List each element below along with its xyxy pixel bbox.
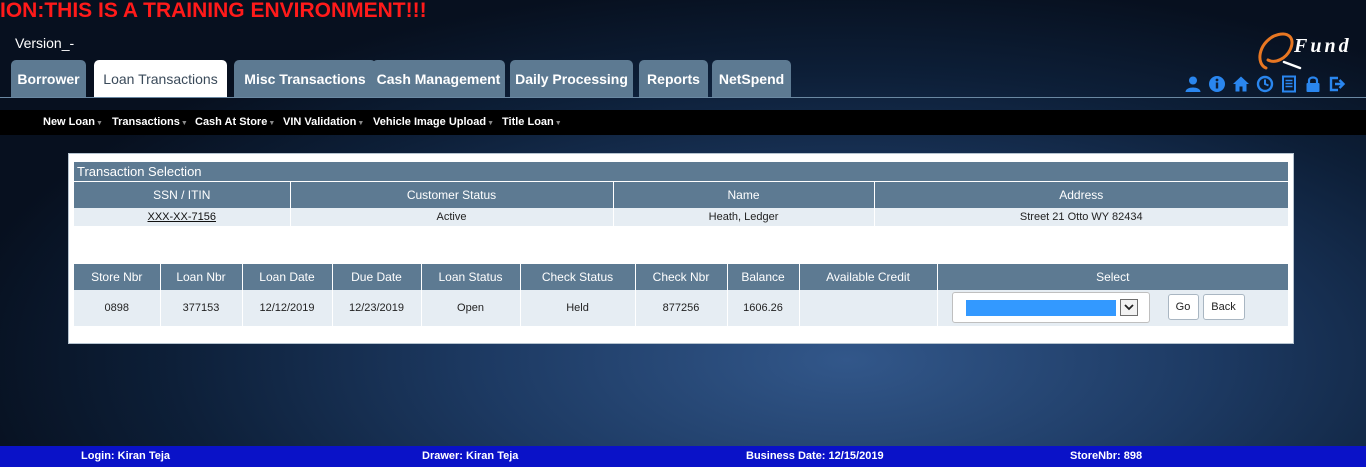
subnav-new-loan-label: New Loan xyxy=(43,116,95,128)
customer-name-cell: Heath, Ledger xyxy=(612,208,874,226)
footer-drawer: Drawer: Kiran Teja xyxy=(422,450,519,462)
select-selected-value xyxy=(965,300,1116,316)
subnav-cash-at-store[interactable]: Cash At Store▼ xyxy=(195,110,275,135)
version-label: Version_- xyxy=(15,35,75,51)
chevron-down-icon: ▼ xyxy=(554,120,562,127)
column-header-name: Name xyxy=(612,182,874,208)
chevron-down-icon[interactable] xyxy=(1119,299,1138,316)
subnav-cash-at-store-label: Cash At Store xyxy=(195,116,268,128)
logout-icon[interactable] xyxy=(1328,75,1346,93)
back-button[interactable]: Back xyxy=(1202,294,1245,320)
subnav-vehicle-image-upload[interactable]: Vehicle Image Upload▼ xyxy=(373,110,494,135)
loan-status-cell: Open xyxy=(420,290,520,326)
subnav-new-loan[interactable]: New Loan▼ xyxy=(43,110,103,135)
panel-title: Transaction Selection xyxy=(74,162,1288,181)
column-header-address: Address xyxy=(873,182,1288,208)
due-date-cell: 12/23/2019 xyxy=(331,290,421,326)
loan-row: 0898 377153 12/12/2019 12/23/2019 Open H… xyxy=(74,290,1288,326)
balance-cell: 1606.26 xyxy=(726,290,799,326)
status-footer: Login: Kiran Teja Drawer: Kiran Teja Bus… xyxy=(0,446,1366,467)
loan-header-row: Store Nbr Loan Nbr Loan Date Due Date Lo… xyxy=(74,264,1288,290)
tab-reports[interactable]: Reports xyxy=(639,60,708,97)
available-credit-cell xyxy=(798,290,937,326)
subnav-vin-validation-label: VIN Validation xyxy=(283,116,357,128)
go-button[interactable]: Go xyxy=(1167,294,1199,320)
store-nbr-cell: 0898 xyxy=(74,290,160,326)
tab-borrower[interactable]: Borrower xyxy=(11,60,86,97)
subnav-transactions-label: Transactions xyxy=(112,116,180,128)
lock-icon[interactable] xyxy=(1304,75,1322,93)
customer-status-cell: Active xyxy=(289,208,613,226)
loan-nbr-cell: 377153 xyxy=(159,290,242,326)
check-nbr-cell: 877256 xyxy=(634,290,727,326)
tab-misc-transactions[interactable]: Misc Transactions xyxy=(234,60,376,97)
subnav-vin-validation[interactable]: VIN Validation▼ xyxy=(283,110,364,135)
ssn-cell: XXX-XX-7156 xyxy=(74,208,290,226)
logo-text: Fund xyxy=(1293,35,1352,57)
customer-header-row: SSN / ITIN Customer Status Name Address xyxy=(74,182,1288,208)
customer-table: SSN / ITIN Customer Status Name Address … xyxy=(74,182,1288,226)
chevron-down-icon: ▼ xyxy=(357,120,365,127)
subnav-vehicle-image-upload-label: Vehicle Image Upload xyxy=(373,116,487,128)
tab-divider xyxy=(0,97,1366,98)
clock-icon[interactable] xyxy=(1256,75,1274,93)
sub-navigation-bar: New Loan▼ Transactions▼ Cash At Store▼ V… xyxy=(0,110,1366,135)
subnav-title-loan-label: Title Loan xyxy=(502,116,554,128)
select-cell: Go Back xyxy=(936,290,1288,326)
user-icon[interactable] xyxy=(1184,75,1202,93)
subnav-title-loan[interactable]: Title Loan▼ xyxy=(502,110,562,135)
column-header-select: Select xyxy=(936,264,1288,290)
tab-loan-transactions[interactable]: Loan Transactions xyxy=(94,60,227,97)
column-header-check-status: Check Status xyxy=(519,264,635,290)
column-header-check-nbr: Check Nbr xyxy=(634,264,727,290)
transaction-selection-panel: Transaction Selection SSN / ITIN Custome… xyxy=(68,153,1294,344)
column-header-balance: Balance xyxy=(726,264,799,290)
info-icon[interactable] xyxy=(1208,75,1226,93)
column-header-available-credit: Available Credit xyxy=(798,264,937,290)
document-icon[interactable] xyxy=(1280,75,1298,93)
footer-login: Login: Kiran Teja xyxy=(81,450,171,462)
chevron-down-icon: ▼ xyxy=(180,120,188,127)
column-header-loan-nbr: Loan Nbr xyxy=(159,264,242,290)
column-header-loan-date: Loan Date xyxy=(241,264,332,290)
chevron-down-icon: ▼ xyxy=(268,120,276,127)
customer-address-cell: Street 21 Otto WY 82434 xyxy=(873,208,1288,226)
training-environment-banner: ION:THIS IS A TRAINING ENVIRONMENT!!! xyxy=(0,0,427,22)
column-header-store-nbr: Store Nbr xyxy=(74,264,160,290)
home-icon[interactable] xyxy=(1232,75,1250,93)
ssn-link[interactable]: XXX-XX-7156 xyxy=(148,211,216,223)
footer-store-number: StoreNbr: 898 xyxy=(1070,450,1143,462)
qfund-logo: Fund xyxy=(1254,28,1360,72)
chevron-down-icon: ▼ xyxy=(487,120,495,127)
column-header-loan-status: Loan Status xyxy=(420,264,520,290)
column-header-due-date: Due Date xyxy=(331,264,421,290)
column-header-ssn: SSN / ITIN xyxy=(74,182,290,208)
customer-row: XXX-XX-7156 Active Heath, Ledger Street … xyxy=(74,208,1288,226)
tab-netspend[interactable]: NetSpend xyxy=(712,60,791,97)
loan-table: Store Nbr Loan Nbr Loan Date Due Date Lo… xyxy=(74,264,1288,326)
footer-business-date: Business Date: 12/15/2019 xyxy=(746,450,884,462)
chevron-down-icon: ▼ xyxy=(95,120,103,127)
tab-daily-processing[interactable]: Daily Processing xyxy=(510,60,633,97)
loan-date-cell: 12/12/2019 xyxy=(241,290,332,326)
qfund-logo-mark: Fund xyxy=(1258,32,1352,70)
subnav-transactions[interactable]: Transactions▼ xyxy=(112,110,188,135)
column-header-customer-status: Customer Status xyxy=(289,182,613,208)
header-icon-bar xyxy=(1184,75,1346,93)
tab-cash-management[interactable]: Cash Management xyxy=(372,60,505,97)
transaction-select-dropdown[interactable] xyxy=(951,292,1150,323)
check-status-cell: Held xyxy=(519,290,635,326)
